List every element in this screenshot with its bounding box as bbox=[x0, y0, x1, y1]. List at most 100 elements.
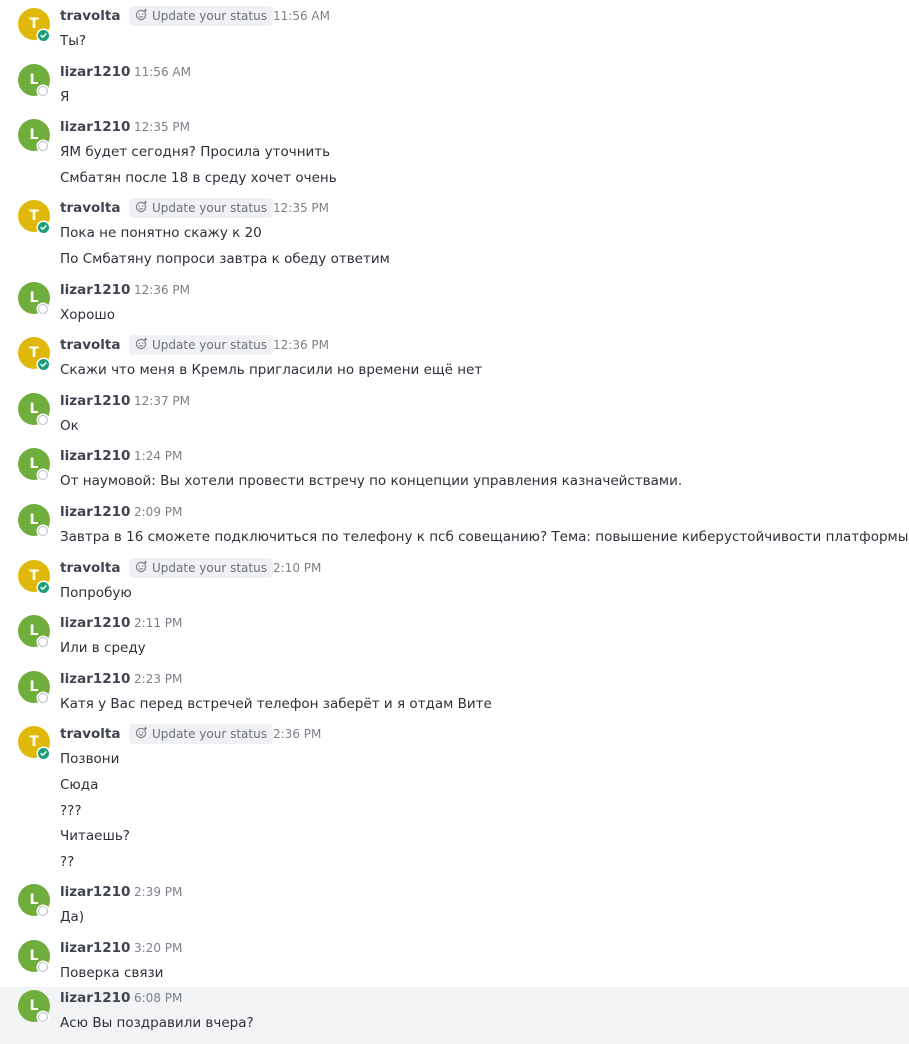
update-status-button[interactable]: Update your status bbox=[129, 724, 273, 744]
username[interactable]: lizar1210 bbox=[60, 884, 130, 900]
message-text: Попробую bbox=[60, 585, 132, 601]
avatar-letter: L bbox=[29, 892, 39, 908]
emoji-smile-icon bbox=[135, 726, 148, 742]
username[interactable]: lizar1210 bbox=[60, 671, 130, 687]
avatar-letter: L bbox=[29, 456, 39, 472]
avatar-letter: L bbox=[29, 623, 39, 639]
emoji-smile-icon bbox=[135, 560, 148, 576]
message-text: Завтра в 16 сможете подключиться по теле… bbox=[60, 529, 909, 545]
avatar-letter: L bbox=[29, 401, 39, 417]
timestamp[interactable]: 12:36 PM bbox=[134, 283, 190, 297]
message-text: Хорошо bbox=[60, 307, 115, 323]
message-post: Llizar1210 6:08 PM Асю Вы поздравили вчера… bbox=[0, 987, 909, 1044]
message-post: Llizar1210 12:37 PM Ок bbox=[0, 390, 909, 445]
online-status-icon bbox=[38, 582, 49, 593]
timestamp[interactable]: 11:56 AM bbox=[273, 9, 330, 23]
update-status-label: Update your status bbox=[152, 338, 267, 352]
message-text: Или в среду bbox=[60, 640, 146, 656]
message-post: Llizar1210 3:20 PM Поверка связи bbox=[0, 937, 909, 987]
message-text: Позвони bbox=[60, 751, 120, 767]
username[interactable]: travolta bbox=[60, 8, 121, 24]
message-text: ??? bbox=[60, 802, 82, 819]
avatar-letter: L bbox=[29, 998, 39, 1014]
offline-status-icon bbox=[38, 962, 48, 972]
avatar-letter: L bbox=[29, 72, 39, 88]
message-post: Ttravolta Update your status 2:10 PM Попроб… bbox=[0, 557, 909, 612]
message-text: Асю Вы поздравили вчера? bbox=[60, 1015, 254, 1031]
update-status-button[interactable]: Update your status bbox=[129, 6, 273, 26]
avatar-letter: L bbox=[29, 679, 39, 695]
timestamp[interactable]: 2:11 PM bbox=[134, 616, 182, 630]
emoji-smile-icon bbox=[135, 8, 148, 24]
message-post: Llizar1210 2:23 PM Катя у Вас перед встреч… bbox=[0, 668, 909, 723]
message-post: Llizar1210 12:36 PM Хорошо bbox=[0, 279, 909, 334]
message-text: Поверка связи bbox=[60, 965, 164, 981]
username[interactable]: lizar1210 bbox=[60, 615, 130, 631]
timestamp[interactable]: 12:35 PM bbox=[273, 201, 329, 215]
timestamp[interactable]: 1:24 PM bbox=[134, 449, 182, 463]
offline-status-icon bbox=[38, 141, 48, 151]
timestamp[interactable]: 2:09 PM bbox=[134, 505, 182, 519]
message-text: Скажи что меня в Кремль пригласили но вр… bbox=[60, 362, 483, 378]
message-text: Да) bbox=[60, 909, 85, 925]
message-text: По Смбатяну попроси завтра к обеду ответ… bbox=[60, 250, 390, 267]
avatar-letter: L bbox=[29, 127, 39, 143]
avatar-letter: L bbox=[29, 512, 39, 528]
message-post: Llizar1210 2:39 PM Да) bbox=[0, 881, 909, 937]
message-text: Ты? bbox=[60, 33, 87, 49]
username[interactable]: lizar1210 bbox=[60, 64, 130, 80]
message-text: Сюда bbox=[60, 776, 99, 793]
message-text: Смбатян после 18 в среду хочет очень bbox=[60, 169, 337, 186]
message-feed: Ttravolta Update your status 11:56 AM Ты? Ll… bbox=[0, 0, 909, 1044]
offline-status-icon bbox=[38, 526, 48, 536]
update-status-label: Update your status bbox=[152, 201, 267, 215]
timestamp[interactable]: 6:08 PM bbox=[134, 991, 182, 1005]
timestamp[interactable]: 2:39 PM bbox=[134, 885, 182, 899]
message-post: Ttravolta Update your status 12:36 PM Скажи… bbox=[0, 334, 909, 390]
timestamp[interactable]: 2:23 PM bbox=[134, 672, 182, 686]
username[interactable]: travolta bbox=[60, 337, 121, 353]
avatar-letter: L bbox=[29, 948, 39, 964]
message-text: Катя у Вас перед встречей телефон заберё… bbox=[60, 696, 492, 712]
message-post: Llizar1210 2:11 PM Или в среду bbox=[0, 612, 909, 668]
online-status-icon bbox=[38, 748, 49, 759]
timestamp[interactable]: 12:35 PM bbox=[134, 120, 190, 134]
username[interactable]: lizar1210 bbox=[60, 282, 130, 298]
update-status-button[interactable]: Update your status bbox=[129, 198, 273, 218]
username[interactable]: lizar1210 bbox=[60, 940, 130, 956]
avatar-letter: L bbox=[29, 290, 39, 306]
message-post: Llizar1210 1:24 PM От наумовой: Вы хотели … bbox=[0, 445, 909, 501]
timestamp[interactable]: 2:36 PM bbox=[273, 727, 321, 741]
username[interactable]: lizar1210 bbox=[60, 504, 130, 520]
message-text: Ок bbox=[60, 418, 79, 434]
emoji-smile-icon bbox=[135, 337, 148, 353]
online-status-icon bbox=[38, 359, 49, 370]
username[interactable]: lizar1210 bbox=[60, 393, 130, 409]
update-status-button[interactable]: Update your status bbox=[129, 335, 273, 355]
message-text: От наумовой: Вы хотели провести встречу … bbox=[60, 473, 683, 489]
message-post: Ttravolta Update your status 12:35 PM Пока … bbox=[0, 197, 909, 279]
username[interactable]: travolta bbox=[60, 726, 121, 742]
online-status-icon bbox=[38, 222, 49, 233]
username[interactable]: lizar1210 bbox=[60, 119, 130, 135]
update-status-button[interactable]: Update your status bbox=[129, 558, 273, 578]
update-status-label: Update your status bbox=[152, 561, 267, 575]
username[interactable]: travolta bbox=[60, 200, 121, 216]
timestamp[interactable]: 12:37 PM bbox=[134, 394, 190, 408]
message-text: Я bbox=[60, 89, 70, 105]
username[interactable]: travolta bbox=[60, 560, 121, 576]
offline-status-icon bbox=[38, 415, 48, 425]
offline-status-icon bbox=[38, 470, 48, 480]
timestamp[interactable]: 12:36 PM bbox=[273, 338, 329, 352]
username[interactable]: lizar1210 bbox=[60, 448, 130, 464]
offline-status-icon bbox=[38, 304, 48, 314]
message-text: Пока не понятно скажу к 20 bbox=[60, 225, 262, 241]
offline-status-icon bbox=[38, 693, 48, 703]
offline-status-icon bbox=[38, 906, 48, 916]
update-status-label: Update your status bbox=[152, 9, 267, 23]
update-status-label: Update your status bbox=[152, 727, 267, 741]
username[interactable]: lizar1210 bbox=[60, 990, 130, 1006]
timestamp[interactable]: 11:56 AM bbox=[134, 65, 191, 79]
timestamp[interactable]: 2:10 PM bbox=[273, 561, 321, 575]
timestamp[interactable]: 3:20 PM bbox=[134, 941, 182, 955]
